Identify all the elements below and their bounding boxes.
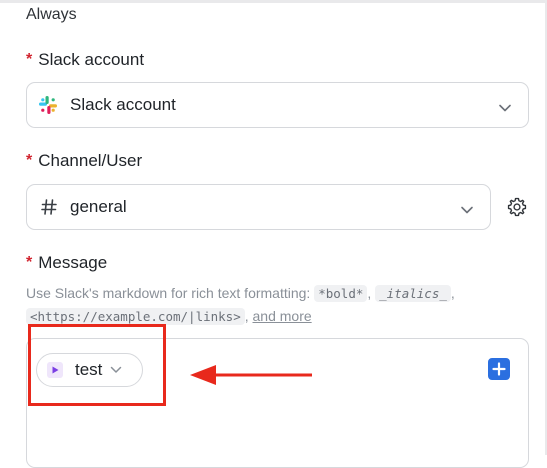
required-marker: * (26, 254, 33, 271)
hash-icon (40, 198, 58, 216)
channel-value: general (70, 197, 127, 216)
slack-account-select[interactable]: Slack account (26, 82, 529, 128)
and-more-link[interactable]: and more (253, 308, 312, 324)
hint-link-code: <https://example.com/|links> (26, 308, 245, 325)
message-label: * Message (26, 253, 107, 273)
message-label-text: Message (38, 253, 108, 272)
slack-account-value: Slack account (70, 95, 176, 114)
channel-select[interactable]: general (26, 184, 491, 230)
chevron-down-icon (498, 100, 512, 118)
highlight-box (28, 324, 166, 406)
chevron-down-icon (460, 202, 474, 220)
condition-label: Always (26, 6, 77, 23)
hint-bold-code: *bold* (314, 285, 368, 302)
channel-label-text: Channel/User (38, 151, 143, 170)
gear-icon[interactable] (506, 196, 528, 218)
slack-account-label-text: Slack account (38, 50, 145, 69)
hint-italics-code: _italics_ (375, 285, 451, 302)
plus-icon[interactable] (488, 358, 510, 380)
top-divider (0, 0, 547, 3)
channel-label: * Channel/User (26, 151, 142, 171)
message-hint: Use Slack's markdown for rich text forma… (26, 285, 455, 325)
slack-logo-icon (37, 94, 59, 116)
hint-prefix: Use Slack's markdown for rich text forma… (26, 285, 311, 301)
annotation-arrow (188, 362, 314, 388)
required-marker: * (26, 152, 33, 169)
required-marker: * (26, 51, 33, 68)
slack-account-label: * Slack account (26, 50, 144, 70)
